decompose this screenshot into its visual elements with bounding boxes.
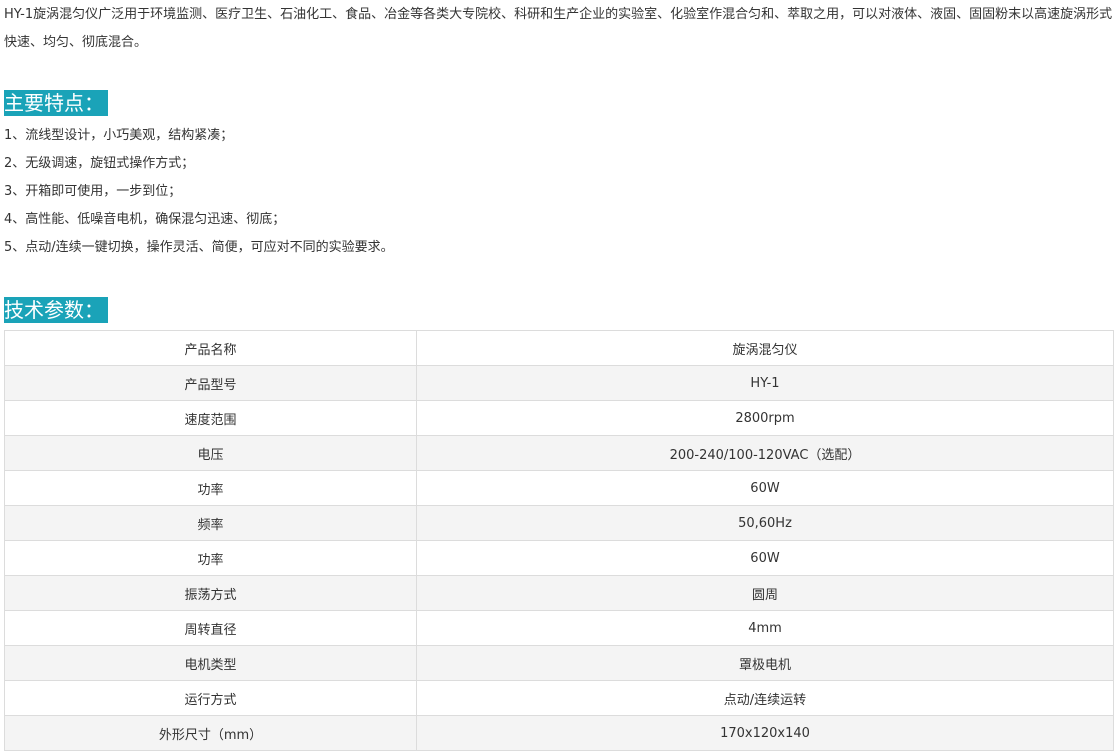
spec-value: 60W — [416, 540, 1114, 576]
feature-item: 4、高性能、低噪音电机，确保混匀迅速、彻底； — [4, 212, 286, 227]
spec-key: 频率 — [4, 505, 417, 541]
features-heading: 主要特点： — [4, 90, 108, 116]
spec-key: 产品型号 — [4, 365, 417, 401]
table-row: 外形尺寸（mm） 170x120x140 — [4, 715, 1114, 751]
feature-item: 2、无级调速，旋钮式操作方式； — [4, 156, 195, 171]
table-row: 产品型号 HY-1 — [4, 365, 1114, 401]
spec-value: 170x120x140 — [416, 715, 1114, 751]
spec-value: 旋涡混匀仪 — [416, 330, 1114, 366]
feature-item: 5、点动/连续一键切换，操作灵活、简便，可应对不同的实验要求。 — [4, 240, 394, 255]
spec-key: 电机类型 — [4, 645, 417, 681]
spec-value: 4mm — [416, 610, 1114, 646]
spec-value: 2800rpm — [416, 400, 1114, 436]
spec-value: 点动/连续运转 — [416, 680, 1114, 716]
spec-value: HY-1 — [416, 365, 1114, 401]
spec-value: 圆周 — [416, 575, 1114, 611]
spec-key: 产品名称 — [4, 330, 417, 366]
features-list: 1、流线型设计，小巧美观，结构紧凑； 2、无级调速，旋钮式操作方式； 3、开箱即… — [4, 122, 394, 262]
spec-value: 60W — [416, 470, 1114, 506]
specs-table: 产品名称 旋涡混匀仪 产品型号 HY-1 速度范围 2800rpm 电压 200… — [4, 330, 1114, 751]
intro-paragraph: HY-1旋涡混匀仪广泛用于环境监测、医疗卫生、石油化工、食品、冶金等各类大专院校… — [4, 7, 1113, 50]
table-row: 频率 50,60Hz — [4, 505, 1114, 541]
spec-key: 周转直径 — [4, 610, 417, 646]
table-row: 电压 200-240/100-120VAC（选配） — [4, 435, 1114, 471]
spec-value: 50,60Hz — [416, 505, 1114, 541]
spec-key: 振荡方式 — [4, 575, 417, 611]
table-row: 功率 60W — [4, 470, 1114, 506]
spec-key: 电压 — [4, 435, 417, 471]
spec-key: 运行方式 — [4, 680, 417, 716]
specs-heading: 技术参数： — [4, 297, 108, 323]
spec-key: 外形尺寸（mm） — [4, 715, 417, 751]
spec-key: 功率 — [4, 470, 417, 506]
table-row: 速度范围 2800rpm — [4, 400, 1114, 436]
spec-value: 罩极电机 — [416, 645, 1114, 681]
table-row: 电机类型 罩极电机 — [4, 645, 1114, 681]
feature-item: 3、开箱即可使用，一步到位； — [4, 184, 182, 199]
table-row: 功率 60W — [4, 540, 1114, 576]
feature-item: 1、流线型设计，小巧美观，结构紧凑； — [4, 128, 234, 143]
table-row: 振荡方式 圆周 — [4, 575, 1114, 611]
spec-value: 200-240/100-120VAC（选配） — [416, 435, 1114, 471]
table-row: 运行方式 点动/连续运转 — [4, 680, 1114, 716]
spec-key: 速度范围 — [4, 400, 417, 436]
table-row: 产品名称 旋涡混匀仪 — [4, 330, 1114, 366]
spec-key: 功率 — [4, 540, 417, 576]
table-row: 周转直径 4mm — [4, 610, 1114, 646]
